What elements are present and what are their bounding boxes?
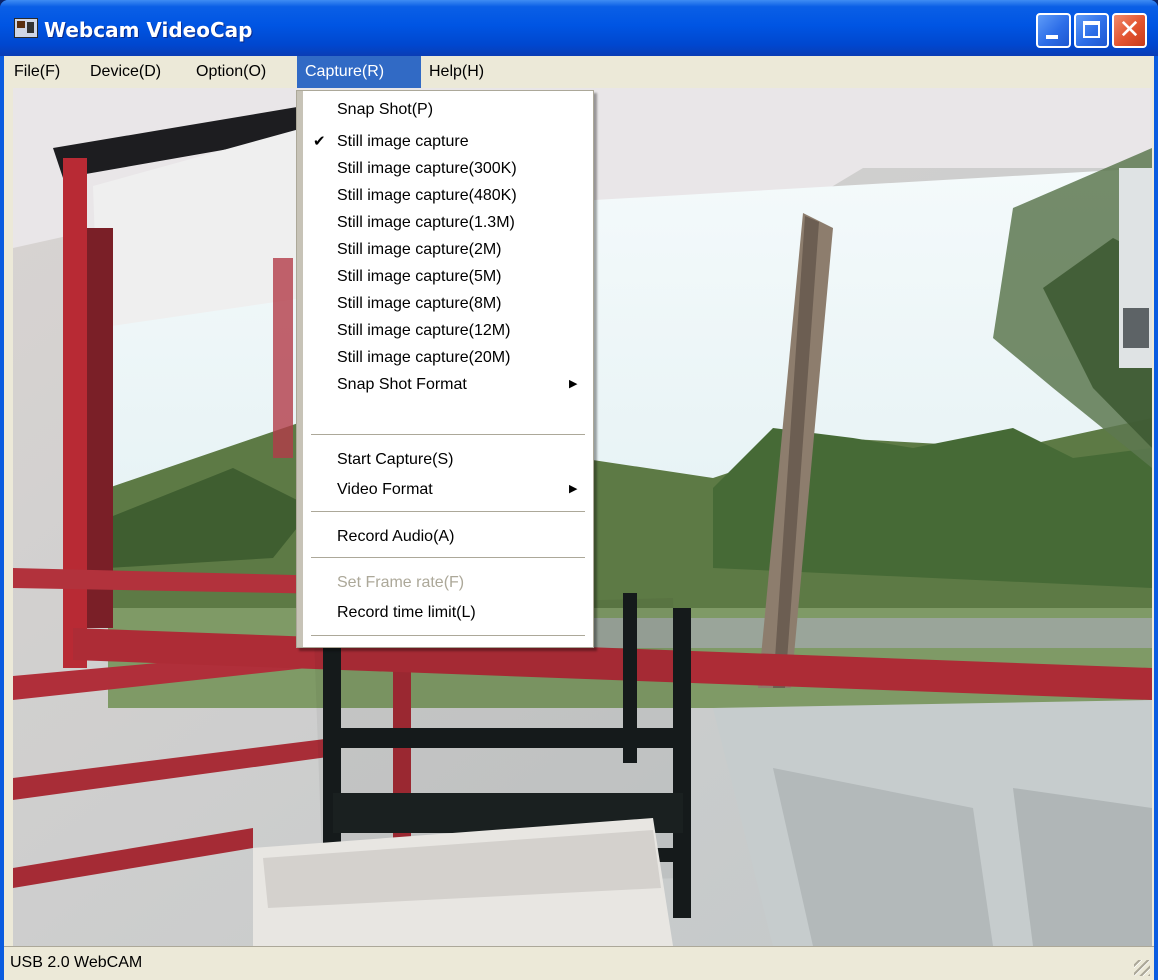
menu-device[interactable]: Device(D) [82, 56, 169, 88]
menu-item-label: Video Format [337, 481, 433, 498]
minimize-icon [1046, 35, 1058, 39]
close-icon: ✕ [1118, 15, 1141, 45]
resize-grip-icon[interactable] [1134, 960, 1150, 976]
menu-item-still-image-capture[interactable]: ✔ Still image capture [303, 128, 593, 155]
menu-item-still-8m[interactable]: Still image capture(8M) [303, 290, 593, 317]
checkmark-icon: ✔ [313, 133, 326, 150]
menu-capture[interactable]: Capture(R) [297, 56, 421, 88]
menu-item-still-300k[interactable]: Still image capture(300K) [303, 155, 593, 182]
menu-item-label: Snap Shot Format [337, 376, 467, 393]
menu-item-label: Still image capture(300K) [337, 160, 517, 177]
menu-item-label: Still image capture(480K) [337, 187, 517, 204]
submenu-arrow-icon: ▶ [569, 483, 578, 495]
menu-item-record-time-limit[interactable]: Record time limit(L) [303, 599, 593, 626]
menu-file[interactable]: File(F) [6, 56, 68, 88]
menu-item-label: Still image capture [337, 133, 469, 150]
menu-separator [311, 434, 585, 436]
menu-item-video-format[interactable]: Video Format ▶ [303, 476, 593, 503]
maximize-button[interactable] [1074, 13, 1109, 48]
menu-item-label: Record time limit(L) [337, 604, 476, 621]
menu-item-still-1-3m[interactable]: Still image capture(1.3M) [303, 209, 593, 236]
menu-item-still-2m[interactable]: Still image capture(2M) [303, 236, 593, 263]
menu-item-label: Still image capture(20M) [337, 349, 511, 366]
submenu-arrow-icon: ▶ [569, 378, 578, 390]
menu-bar: File(F) Device(D) Option(O) Capture(R) H… [4, 56, 1154, 88]
menu-item-label: Still image capture(1.3M) [337, 214, 515, 231]
menu-item-still-5m[interactable]: Still image capture(5M) [303, 263, 593, 290]
menu-item-still-12m[interactable]: Still image capture(12M) [303, 317, 593, 344]
title-bar[interactable]: Webcam VideoCap ✕ [0, 0, 1158, 56]
menu-item-label: Still image capture(2M) [337, 241, 502, 258]
status-device-name: USB 2.0 WebCAM [10, 954, 143, 971]
minimize-button[interactable] [1036, 13, 1071, 48]
app-window: Webcam VideoCap ✕ File(F) Device(D) Opti… [0, 0, 1158, 980]
camera-app-icon[interactable] [14, 18, 38, 38]
menu-item-label: Record Audio(A) [337, 528, 455, 545]
menu-item-snap-shot[interactable]: Snap Shot(P) [303, 96, 593, 123]
capture-menu-dropdown: Snap Shot(P) ✔ Still image capture Still … [296, 90, 594, 648]
menu-item-set-frame-rate: Set Frame rate(F) [303, 569, 593, 596]
menu-item-label: Still image capture(5M) [337, 268, 502, 285]
menu-separator [311, 511, 585, 513]
menu-separator [311, 557, 585, 559]
menu-item-still-20m[interactable]: Still image capture(20M) [303, 344, 593, 371]
window-title: Webcam VideoCap [44, 18, 253, 42]
status-bar: USB 2.0 WebCAM [4, 946, 1154, 980]
menu-item-label: Set Frame rate(F) [337, 574, 465, 591]
menu-item-label: Still image capture(12M) [337, 322, 511, 339]
menu-option[interactable]: Option(O) [188, 56, 274, 88]
maximize-icon [1083, 21, 1100, 38]
close-button[interactable]: ✕ [1112, 13, 1147, 48]
menu-item-start-capture[interactable]: Start Capture(S) [303, 446, 593, 473]
menu-item-label: Still image capture(8M) [337, 295, 502, 312]
menu-item-label: Start Capture(S) [337, 451, 454, 468]
menu-item-still-480k[interactable]: Still image capture(480K) [303, 182, 593, 209]
menu-item-label: Snap Shot(P) [337, 101, 434, 118]
menu-item-snap-shot-format[interactable]: Snap Shot Format ▶ [303, 371, 593, 398]
menu-item-record-audio[interactable]: Record Audio(A) [303, 523, 593, 550]
menu-separator [311, 635, 585, 637]
menu-help[interactable]: Help(H) [421, 56, 492, 88]
